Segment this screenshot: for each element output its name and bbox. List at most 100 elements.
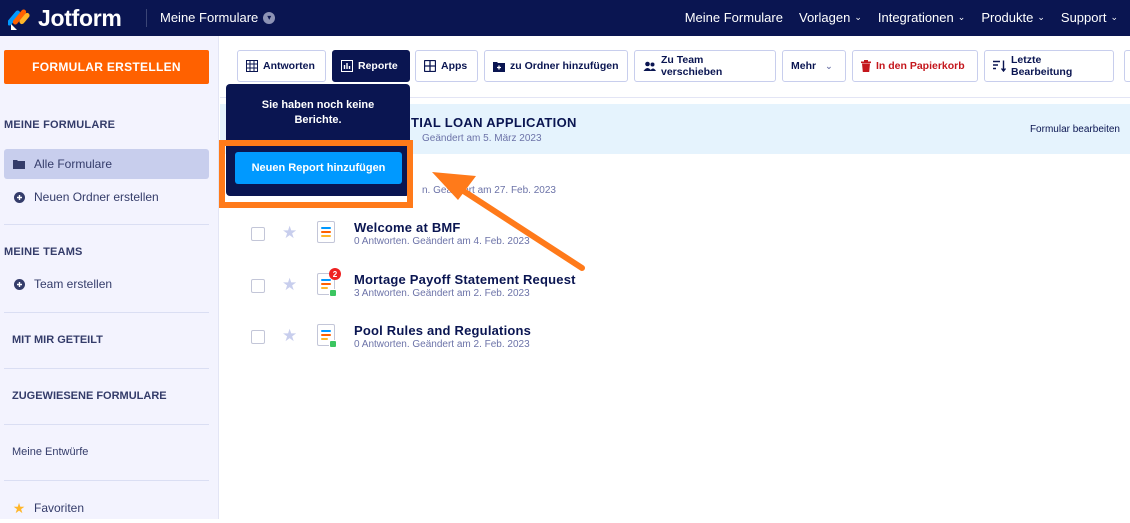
answers-label: Antworten: [263, 60, 315, 72]
folder-icon: [12, 159, 26, 169]
star-icon[interactable]: ★: [282, 275, 297, 295]
form-icon: [317, 324, 337, 348]
nav-link-products[interactable]: Produkte ⌄: [981, 10, 1045, 25]
plus-circle-icon: [12, 278, 26, 290]
nav-link-integrations[interactable]: Integrationen ⌄: [878, 10, 965, 25]
sidebar-item-label: Team erstellen: [34, 277, 113, 291]
sidebar-item-all-forms[interactable]: Alle Formulare: [4, 149, 209, 179]
form-row-meta: n. Geändert am 27. Feb. 2023: [422, 185, 556, 196]
apps-grid-icon: [424, 60, 436, 72]
new-submissions-badge: 2: [329, 268, 341, 280]
form-meta: 3 Antworten. Geändert am 2. Feb. 2023: [354, 288, 530, 299]
form-meta: 0 Antworten. Geändert am 2. Feb. 2023: [354, 339, 530, 350]
form-icon: [317, 221, 335, 243]
toolbar-overflow-button[interactable]: [1124, 50, 1130, 82]
sidebar-item-label: MIT MIR GETEILT: [12, 334, 103, 346]
sort-last-edit-label: Letzte Bearbeitung: [1011, 54, 1073, 78]
nav-link-label: Integrationen: [877, 10, 954, 25]
add-to-folder-button[interactable]: zu Ordner hinzufügen: [484, 50, 628, 82]
form-row[interactable]: ★ Pool Rules and Regulations 0 Antworten…: [250, 323, 1110, 367]
move-to-trash-button[interactable]: In den Papierkorb: [852, 50, 978, 82]
form-title[interactable]: Mortage Payoff Statement Request: [354, 272, 576, 287]
sidebar: FORMULAR ERSTELLEN MEINE FORMULARE Alle …: [0, 36, 219, 519]
sidebar-item-label: ZUGEWIESENE FORMULARE: [12, 390, 167, 402]
sidebar-heading-my-teams: MEINE TEAMS: [4, 246, 83, 258]
sidebar-heading-my-forms: MEINE FORMULARE: [4, 119, 116, 131]
sort-icon: [993, 60, 1006, 72]
folder-plus-icon: [493, 61, 505, 72]
reports-label: Reporte: [358, 60, 398, 72]
sidebar-item-new-folder[interactable]: Neuen Ordner erstellen: [4, 182, 209, 212]
sidebar-item-assigned-forms[interactable]: ZUGEWIESENE FORMULARE: [4, 381, 209, 411]
sidebar-item-my-drafts[interactable]: Meine Entwürfe: [4, 437, 209, 467]
annotation-highlight-box: [219, 140, 413, 208]
answers-button[interactable]: Antworten: [237, 50, 326, 82]
plus-circle-icon: [12, 191, 26, 203]
selected-form-title: TIAL LOAN APPLICATION: [411, 115, 577, 130]
sidebar-divider: [4, 224, 209, 225]
star-icon[interactable]: ★: [282, 223, 297, 243]
report-icon: [341, 60, 353, 72]
nav-links: Meine Formulare Vorlagen ⌄ Integrationen ⌄…: [685, 10, 1118, 25]
more-dropdown[interactable]: Mehr ⌄: [782, 50, 846, 82]
chevron-down-icon: ▾: [263, 11, 276, 24]
form-checkbox[interactable]: [251, 279, 265, 293]
my-forms-switcher[interactable]: Meine Formulare ▾: [160, 10, 276, 25]
move-to-trash-label: In den Papierkorb: [876, 60, 965, 72]
form-title[interactable]: Pool Rules and Regulations: [354, 323, 531, 338]
sidebar-divider: [4, 312, 209, 313]
form-row[interactable]: ★ Welcome at BMF 0 Antworten. Geändert a…: [250, 220, 1110, 264]
reports-button[interactable]: Reporte: [332, 50, 410, 82]
sidebar-item-label: Neuen Ordner erstellen: [34, 190, 159, 204]
form-title[interactable]: Welcome at BMF: [354, 220, 461, 235]
sidebar-item-shared-with-me[interactable]: MIT MIR GETEILT: [4, 325, 209, 355]
nav-divider: [146, 9, 147, 27]
sidebar-divider: [4, 368, 209, 369]
nav-link-label: Vorlagen: [798, 10, 851, 25]
chevron-down-icon: ⌄: [825, 60, 833, 71]
jotform-logo-icon: [6, 7, 32, 31]
nav-link-label: Meine Formulare: [684, 10, 783, 25]
sidebar-item-create-team[interactable]: Team erstellen: [4, 269, 209, 299]
team-icon: [643, 61, 656, 71]
sort-last-edit-button[interactable]: Letzte Bearbeitung: [984, 50, 1114, 82]
no-reports-message: Sie haben noch keine Berichte.: [261, 99, 375, 126]
chevron-down-icon: ⌄: [1110, 12, 1118, 22]
top-navigation: Jotform Meine Formulare ▾ Meine Formular…: [0, 0, 1130, 36]
form-meta: 0 Antworten. Geändert am 4. Feb. 2023: [354, 236, 530, 247]
my-forms-switcher-label: Meine Formulare: [160, 10, 259, 25]
chevron-down-icon: ⌄: [854, 12, 862, 22]
sidebar-item-label: Alle Formulare: [34, 157, 113, 171]
nav-link-my-forms[interactable]: Meine Formulare: [685, 10, 783, 25]
selected-form-meta: Geändert am 5. März 2023: [422, 133, 542, 144]
sidebar-item-label: Meine Entwürfe: [12, 446, 89, 458]
more-label: Mehr: [791, 60, 817, 72]
nav-link-templates[interactable]: Vorlagen ⌄: [799, 10, 862, 25]
brand-name: Jotform: [38, 5, 122, 31]
add-to-folder-label: zu Ordner hinzufügen: [510, 60, 619, 72]
move-to-team-label: Zu Team verschieben: [661, 54, 723, 78]
chevron-down-icon: ⌄: [957, 12, 966, 22]
apps-label: Apps: [441, 60, 468, 72]
form-icon: 2: [317, 268, 341, 297]
nav-link-label: Support: [1060, 10, 1107, 25]
table-icon: [246, 60, 258, 72]
jotform-logo[interactable]: Jotform: [6, 5, 122, 32]
app-badge-icon: [329, 340, 337, 348]
sidebar-divider: [4, 480, 209, 481]
trash-icon: [861, 60, 871, 72]
chevron-down-icon: ⌄: [1037, 12, 1045, 22]
move-to-team-button[interactable]: Zu Team verschieben: [634, 50, 776, 82]
sidebar-item-label: Favoriten: [34, 501, 85, 515]
sidebar-divider: [4, 424, 209, 425]
create-form-button[interactable]: FORMULAR ERSTELLEN: [4, 50, 209, 84]
edit-form-link[interactable]: Formular bearbeiten: [1030, 124, 1120, 135]
app-badge-icon: [329, 289, 337, 297]
form-checkbox[interactable]: [251, 330, 265, 344]
apps-button[interactable]: Apps: [415, 50, 478, 82]
star-icon[interactable]: ★: [282, 326, 297, 346]
nav-link-support[interactable]: Support ⌄: [1061, 10, 1118, 25]
form-checkbox[interactable]: [251, 227, 265, 241]
form-row[interactable]: ★ 2 Mortage Payoff Statement Request 3 A…: [250, 268, 1110, 316]
star-icon: ★: [12, 499, 26, 516]
